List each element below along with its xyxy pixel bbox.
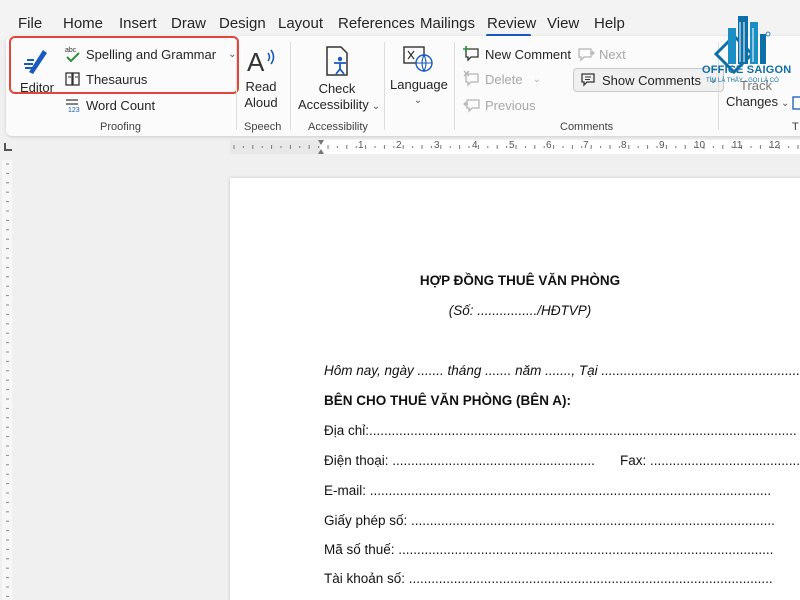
accessibility-label: Accessibility xyxy=(298,97,369,112)
read-aloud-button[interactable]: A Read Aloud xyxy=(242,45,280,111)
chevron-down-icon[interactable]: ⌄ xyxy=(390,93,446,109)
right-edge-icon xyxy=(792,96,800,110)
tab-file[interactable]: File xyxy=(18,15,42,32)
email-line: E-mail: ................................… xyxy=(324,483,772,498)
delete-label: Delete xyxy=(485,71,523,87)
next-label: Next xyxy=(599,46,626,62)
truncated-group-label: T xyxy=(792,121,799,133)
tab-help[interactable]: Help xyxy=(594,15,625,32)
document-title: HỢP ĐỒNG THUÊ VĂN PHÒNG xyxy=(419,273,621,288)
previous-comment-button[interactable]: Previous xyxy=(463,95,536,115)
previous-label: Previous xyxy=(485,97,536,113)
proofing-group-label: Proofing xyxy=(100,121,141,133)
tab-mailings[interactable]: Mailings xyxy=(420,15,475,32)
delete-comment-button[interactable]: Delete ⌄ xyxy=(463,69,541,89)
tax-code-line: Mã số thuế: ............................… xyxy=(324,542,774,557)
word-count-label: Word Count xyxy=(86,97,156,113)
read-label: Read xyxy=(245,79,277,94)
tab-draw[interactable]: Draw xyxy=(171,15,206,32)
new-comment-icon xyxy=(463,46,479,62)
next-comment-icon xyxy=(578,48,595,62)
divider xyxy=(236,42,237,130)
chevron-down-icon[interactable]: ⌄ xyxy=(533,74,541,85)
language-label: Language xyxy=(390,77,448,92)
ruler-number: 4 xyxy=(472,140,478,151)
ruler-number: 11 xyxy=(732,140,743,151)
delete-comment-icon xyxy=(463,70,479,87)
phone-line: Điện thoại: ............................… xyxy=(324,453,595,468)
changes-label: Changes xyxy=(726,94,779,109)
fax-line: Fax: ...................................… xyxy=(620,453,800,468)
next-comment-button[interactable]: Next xyxy=(577,44,626,64)
divider xyxy=(384,42,385,130)
address-line: Địa chỉ:................................… xyxy=(324,423,797,438)
party-a-heading: BÊN CHO THUÊ VĂN PHÒNG (BÊN A): xyxy=(324,393,572,408)
ruler-number: 10 xyxy=(694,140,706,151)
date-line: Hôm nay, ngày ....... tháng ....... năm … xyxy=(324,363,800,378)
show-comments-label: Show Comments xyxy=(602,72,701,88)
document-page[interactable]: HỢP ĐỒNG THUÊ VĂN PHÒNG (Số: ...........… xyxy=(230,178,800,600)
ruler-ticks xyxy=(230,140,800,154)
language-globe-icon xyxy=(403,46,433,73)
tab-design[interactable]: Design xyxy=(219,15,266,32)
contract-number-line: (Số: ................/HĐTVP) xyxy=(448,303,592,318)
divider xyxy=(454,42,455,130)
logo-name: OFFICE SAIGON xyxy=(702,64,792,76)
word-count-button[interactable]: 123 Word Count xyxy=(64,95,155,115)
accessibility-group-label: Accessibility xyxy=(308,121,368,133)
tab-insert[interactable]: Insert xyxy=(119,15,157,32)
comments-group-label: Comments xyxy=(560,121,614,133)
word-count-icon: 123 xyxy=(66,99,80,114)
ruler-number: 12 xyxy=(769,140,781,151)
account-line: Tài khoản số: ..........................… xyxy=(324,571,773,586)
ruler-number: 6 xyxy=(546,140,552,151)
tab-view[interactable]: View xyxy=(547,15,579,32)
license-line: Giấy phép số: ..........................… xyxy=(324,513,775,528)
horizontal-ruler[interactable]: 1 2 3 4 5 6 7 8 9 10 11 12 xyxy=(230,138,800,156)
tab-layout[interactable]: Layout xyxy=(278,15,323,32)
chevron-down-icon[interactable]: ⌄ xyxy=(372,101,380,112)
ruler-number: 2 xyxy=(396,140,402,151)
read-aloud-icon: A xyxy=(247,47,275,75)
check-label: Check xyxy=(318,81,356,96)
ruler-number: 7 xyxy=(583,140,589,151)
svg-text:A: A xyxy=(247,47,265,75)
ruler-number: 5 xyxy=(509,140,515,151)
word-count-number-text: 123 xyxy=(68,107,80,114)
tab-review[interactable]: Review xyxy=(487,15,536,32)
ruler-number: 1 xyxy=(358,140,364,151)
vertical-ruler[interactable] xyxy=(0,160,14,600)
aloud-label: Aloud xyxy=(244,95,278,110)
chevron-down-icon[interactable]: ⌄ xyxy=(781,98,789,109)
show-comments-icon xyxy=(581,73,595,87)
logo-tagline: TÌM LÀ THẤY - GỌI LÀ CÓ xyxy=(706,78,779,84)
proofing-highlight-box xyxy=(9,36,239,94)
menu-bar: File Home Insert Draw Design Layout Refe… xyxy=(0,0,800,40)
ruler-number: 3 xyxy=(434,140,440,151)
tab-selector-icon[interactable] xyxy=(4,143,12,151)
new-comment-button[interactable]: New Comment xyxy=(463,44,571,64)
divider xyxy=(290,42,291,130)
ruler-number: 9 xyxy=(659,140,665,151)
ruler-number: 8 xyxy=(621,140,627,151)
previous-comment-icon xyxy=(463,99,480,113)
tab-references[interactable]: References xyxy=(338,15,415,32)
check-accessibility-button[interactable]: Check Accessibility ⌄ xyxy=(298,45,380,115)
speech-group-label: Speech xyxy=(244,121,282,133)
new-comment-label: New Comment xyxy=(485,46,571,62)
tab-home[interactable]: Home xyxy=(63,15,103,32)
language-button[interactable]: Language ⌄ xyxy=(390,45,448,109)
accessibility-icon xyxy=(326,46,348,76)
